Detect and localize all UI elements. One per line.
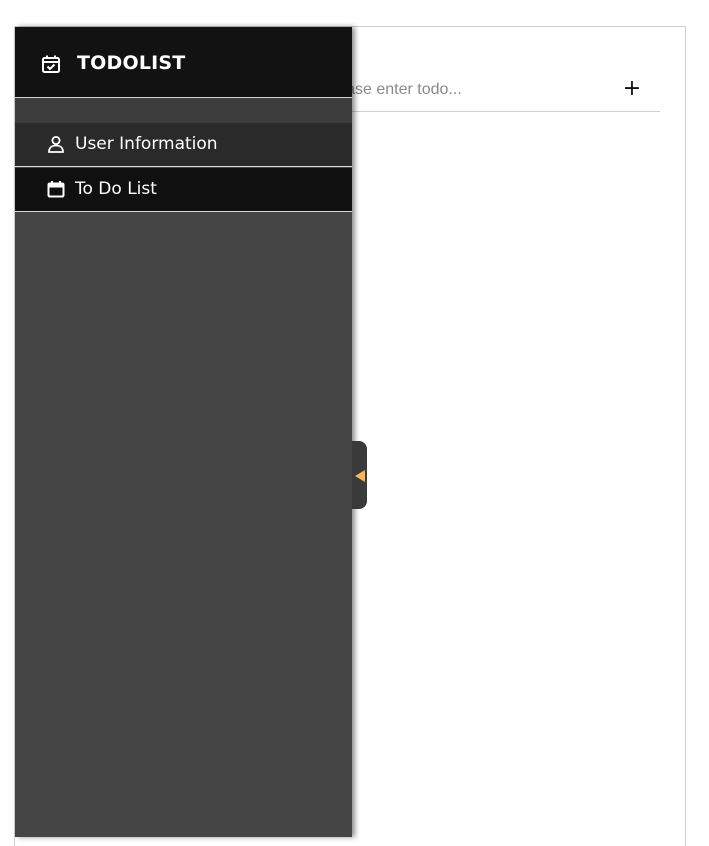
todo-input-row: + — [340, 73, 660, 112]
caret-left-icon — [355, 470, 365, 482]
app-title: TODOLIST — [77, 52, 186, 74]
calendar-icon — [47, 180, 65, 198]
sidebar: TODOLIST User Information To Do List — [15, 27, 352, 837]
sidebar-item-to-do-list[interactable]: To Do List — [15, 168, 352, 212]
calendar-check-icon — [41, 54, 61, 74]
sidebar-collapse-button[interactable] — [352, 441, 367, 509]
sidebar-item-user-information[interactable]: User Information — [15, 123, 352, 167]
sidebar-item-label: To Do List — [75, 179, 157, 199]
menu-spacer — [15, 99, 352, 123]
sidebar-item-label: User Information — [75, 134, 218, 154]
todo-input[interactable] — [340, 77, 590, 103]
add-todo-button[interactable]: + — [618, 75, 646, 103]
user-icon — [47, 135, 65, 153]
sidebar-header: TODOLIST — [15, 27, 352, 98]
